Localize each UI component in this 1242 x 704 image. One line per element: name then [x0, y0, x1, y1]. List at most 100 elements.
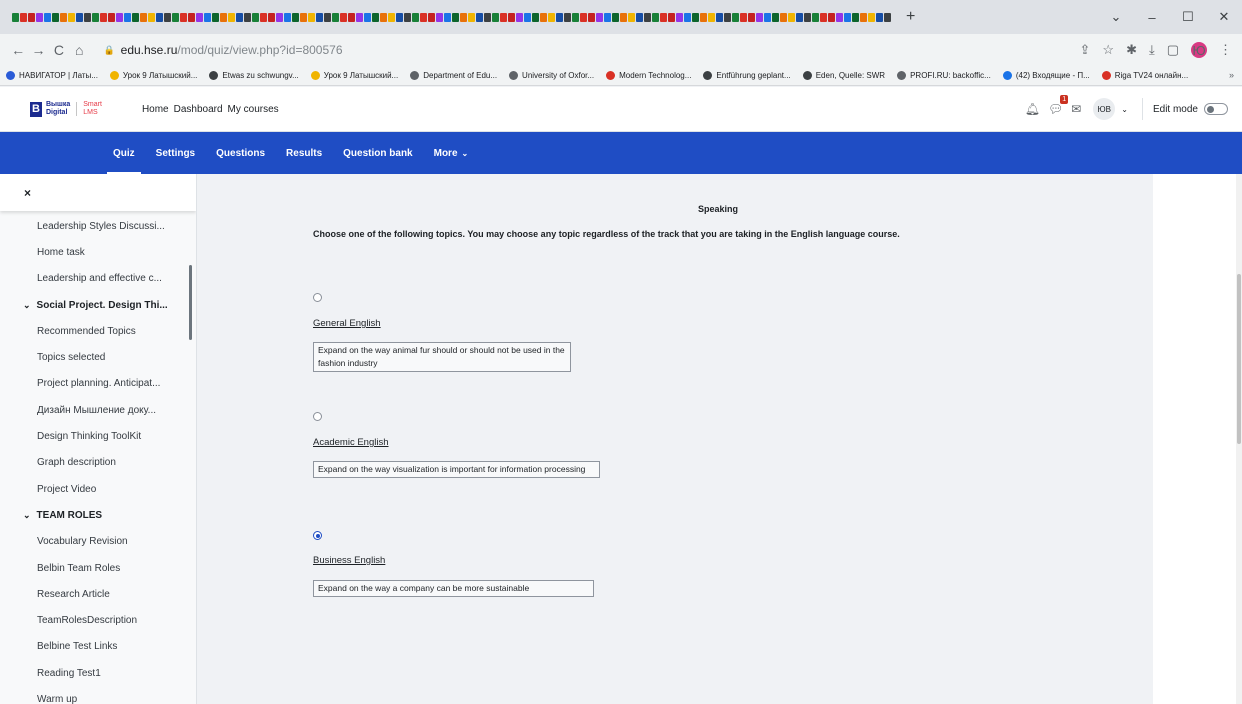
tab-favicon-icon[interactable]	[412, 12, 419, 22]
course-activity-link[interactable]: Topics selected	[0, 344, 196, 370]
profile-avatar[interactable]: Ю	[1191, 42, 1208, 58]
bookmark-item[interactable]: Department of Edu...	[410, 71, 497, 80]
tab-favicon-icon[interactable]	[164, 12, 171, 22]
course-activity-link[interactable]: Home task	[0, 239, 196, 265]
tab-favicon-icon[interactable]	[180, 12, 187, 22]
tab-favicon-icon[interactable]	[436, 12, 443, 22]
menu-icon[interactable]: ⋮	[1219, 42, 1232, 58]
page-scrollbar-thumb[interactable]	[1237, 274, 1241, 444]
bookmark-item[interactable]: НАВИГАТОР | Латы...	[6, 71, 98, 80]
bookmark-item[interactable]: Урок 9 Латышский...	[310, 71, 398, 80]
tab-favicon-icon[interactable]	[660, 12, 667, 22]
tab-favicon-icon[interactable]	[572, 12, 579, 22]
tab-quiz[interactable]: Quiz	[107, 132, 141, 174]
course-activity-link[interactable]: Leadership Styles Discussi...	[0, 213, 196, 239]
tab-favicon-icon[interactable]	[724, 12, 731, 22]
tab-favicon-icon[interactable]	[356, 12, 363, 22]
tab-favicon-icon[interactable]	[60, 12, 67, 22]
tab-favicon-icon[interactable]	[100, 12, 107, 22]
tab-favicon-icon[interactable]	[308, 12, 315, 22]
tab-favicon-icon[interactable]	[812, 12, 819, 22]
chevron-down-icon[interactable]: ⌄	[23, 300, 31, 311]
tab-favicon-icon[interactable]	[404, 12, 411, 22]
course-activity-link[interactable]: Belbin Team Roles	[0, 555, 196, 581]
tab-favicon-icon[interactable]	[396, 12, 403, 22]
forward-icon[interactable]: →	[28, 42, 48, 58]
bookmark-item[interactable]: Урок 9 Латышский...	[109, 71, 197, 80]
tab-favicon-icon[interactable]	[732, 12, 739, 22]
drawer-scrollbar[interactable]	[189, 265, 192, 340]
tab-favicon-icon[interactable]	[348, 12, 355, 22]
bookmark-item[interactable]: Eden, Quelle: SWR	[802, 71, 885, 80]
new-tab-button[interactable]: +	[906, 8, 915, 26]
tab-favicon-icon[interactable]	[620, 12, 627, 22]
site-logo[interactable]: В Вышка Digital Smart LMS	[30, 101, 102, 117]
tab-favicon-icon[interactable]	[460, 12, 467, 22]
tab-results[interactable]: Results	[286, 132, 322, 174]
tab-favicon-icon[interactable]	[628, 12, 635, 22]
tab-favicon-icon[interactable]	[276, 12, 283, 22]
tab-favicon-icon[interactable]	[836, 12, 843, 22]
tab-favicon-icon[interactable]	[652, 12, 659, 22]
tab-favicon-icon[interactable]	[860, 12, 867, 22]
tab-favicon-icon[interactable]	[76, 12, 83, 22]
course-activity-link[interactable]: Research Article	[0, 581, 196, 607]
tab-favicon-icon[interactable]	[132, 12, 139, 22]
tab-favicon-icon[interactable]	[148, 12, 155, 22]
close-window-button[interactable]: ✕	[1206, 9, 1242, 25]
tab-favicon-icon[interactable]	[420, 12, 427, 22]
tab-favicon-icon[interactable]	[172, 12, 179, 22]
tab-questions[interactable]: Questions	[216, 132, 265, 174]
tab-favicon-icon[interactable]	[68, 12, 75, 22]
nav-dashboard[interactable]: Dashboard	[174, 104, 223, 115]
share-icon[interactable]: ⇪	[1080, 42, 1091, 58]
bookmark-item[interactable]: University of Oxfor...	[509, 71, 594, 80]
tab-question-bank[interactable]: Question bank	[343, 132, 412, 174]
option-radio-general-english[interactable]	[313, 293, 322, 302]
tab-favicon-icon[interactable]	[700, 12, 707, 22]
tab-favicon-icon[interactable]	[668, 12, 675, 22]
tab-favicon-icon[interactable]	[756, 12, 763, 22]
tab-favicon-icon[interactable]	[828, 12, 835, 22]
tab-favicon-icon[interactable]	[516, 12, 523, 22]
course-section[interactable]: ⌄ Social Project. Design Thi...	[0, 292, 196, 318]
tab-favicon-icon[interactable]	[484, 12, 491, 22]
tab-favicon-icon[interactable]	[20, 12, 27, 22]
tab-favicon-icon[interactable]	[852, 12, 859, 22]
course-activity-link[interactable]: Project Video	[0, 476, 196, 502]
course-activity-link[interactable]: Recommended Topics	[0, 318, 196, 344]
tab-favicon-icon[interactable]	[28, 12, 35, 22]
tab-favicon-icon[interactable]	[292, 12, 299, 22]
course-activity-link[interactable]: Дизайн Мышление доку...	[0, 397, 196, 423]
tab-favicon-icon[interactable]	[684, 12, 691, 22]
tab-favicon-icon[interactable]	[596, 12, 603, 22]
minimize-button[interactable]: –	[1134, 10, 1170, 25]
tab-favicon-icon[interactable]	[708, 12, 715, 22]
tab-favicon-icon[interactable]	[108, 12, 115, 22]
tab-favicon-icon[interactable]	[612, 12, 619, 22]
tab-favicon-icon[interactable]	[372, 12, 379, 22]
bookmark-item[interactable]: (42) Входящие - П...	[1002, 71, 1090, 80]
tab-search-icon[interactable]: ⌄	[1098, 9, 1134, 25]
nav-home[interactable]: Home	[142, 104, 169, 115]
user-avatar[interactable]: ЮВ	[1093, 98, 1116, 120]
tab-favicon-icon[interactable]	[844, 12, 851, 22]
tab-favicon-icon[interactable]	[748, 12, 755, 22]
tab-favicon-icon[interactable]	[388, 12, 395, 22]
tab-favicon-icon[interactable]	[868, 12, 875, 22]
edit-mode-toggle[interactable]	[1204, 103, 1228, 115]
tab-favicon-icon[interactable]	[604, 12, 611, 22]
tab-favicon-icon[interactable]	[156, 12, 163, 22]
option-radio-business-english[interactable]	[313, 531, 322, 540]
mail-icon[interactable]: ✉	[1071, 102, 1081, 116]
tab-favicon-icon[interactable]	[236, 12, 243, 22]
tab-favicon-icon[interactable]	[340, 12, 347, 22]
tab-favicon-icon[interactable]	[820, 12, 827, 22]
tab-favicon-icon[interactable]	[380, 12, 387, 22]
tab-favicon-icon[interactable]	[452, 12, 459, 22]
tab-favicons[interactable]	[12, 12, 892, 22]
tab-favicon-icon[interactable]	[692, 12, 699, 22]
tab-favicon-icon[interactable]	[788, 12, 795, 22]
tab-favicon-icon[interactable]	[540, 12, 547, 22]
tab-favicon-icon[interactable]	[588, 12, 595, 22]
